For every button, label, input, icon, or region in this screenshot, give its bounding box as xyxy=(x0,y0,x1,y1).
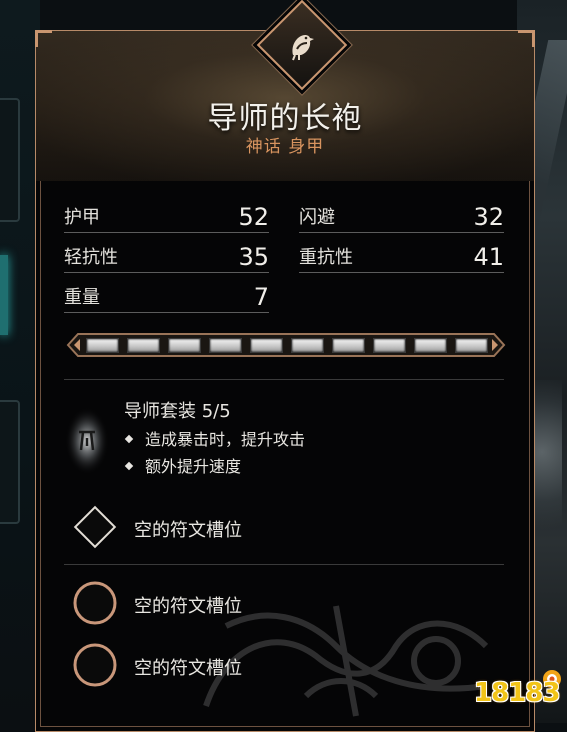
stat-value: 41 xyxy=(473,243,504,271)
frame-corner xyxy=(518,30,535,47)
stat-value: 52 xyxy=(238,203,269,231)
side-highlight xyxy=(0,255,8,335)
upgrade-segment xyxy=(455,338,488,353)
upgrade-segment xyxy=(168,338,201,353)
stat-dodge: 闪避 32 xyxy=(299,203,504,233)
section-divider xyxy=(64,379,504,380)
set-bonus-title: 导师套装 5/5 xyxy=(124,401,231,422)
upgrade-segment xyxy=(127,338,160,353)
rune-slot[interactable]: 空的符文槽位 xyxy=(64,574,504,634)
rune-slot[interactable]: 空的符文槽位 xyxy=(64,498,504,558)
stat-label: 轻抗性 xyxy=(64,247,118,268)
side-slot xyxy=(0,400,20,524)
stat-value: 32 xyxy=(473,203,504,231)
item-slot-type: 身甲 xyxy=(288,137,325,157)
diamond-slot-icon xyxy=(73,505,117,549)
stat-weight: 重量 7 xyxy=(64,283,269,313)
stat-value: 35 xyxy=(238,243,269,271)
set-effect-text: 额外提升速度 xyxy=(145,457,242,476)
set-effect-item: 额外提升速度 xyxy=(124,453,242,477)
set-glyph-icon xyxy=(65,407,109,475)
stat-light-resist: 轻抗性 35 xyxy=(64,243,269,273)
raven-icon xyxy=(292,34,314,61)
upgrade-segment xyxy=(291,338,324,353)
side-slot xyxy=(0,98,20,222)
circle-slot-icon xyxy=(73,581,117,625)
circle-slot-icon xyxy=(73,643,117,687)
upgrade-segment xyxy=(209,338,242,353)
item-name: 导师的长袍 xyxy=(207,101,363,136)
rune-slot[interactable]: 空的符文槽位 xyxy=(64,636,504,696)
rune-slot-label: 空的符文槽位 xyxy=(134,658,242,679)
bullet-diamond-icon xyxy=(124,461,134,470)
stat-label: 护甲 xyxy=(64,207,100,228)
background-left-panel xyxy=(0,0,40,723)
stat-heavy-resist: 重抗性 41 xyxy=(299,243,504,273)
upgrade-segment xyxy=(86,338,119,353)
section-divider xyxy=(64,564,504,565)
stat-label: 重抗性 xyxy=(299,247,353,268)
bullet-diamond-icon xyxy=(124,434,134,443)
item-rarity: 神话 xyxy=(245,137,282,157)
stat-armor: 护甲 52 xyxy=(64,203,269,233)
rune-slot-label: 空的符文槽位 xyxy=(134,520,242,541)
upgrade-segment xyxy=(250,338,283,353)
set-effect-item: 造成暴击时，提升攻击 xyxy=(124,426,306,450)
stat-value: 7 xyxy=(253,283,269,311)
stat-label: 重量 xyxy=(64,287,100,308)
rune-slot-label: 空的符文槽位 xyxy=(134,596,242,617)
upgrade-segment xyxy=(373,338,406,353)
stat-label: 闪避 xyxy=(299,207,335,228)
item-subtitle: 神话 身甲 xyxy=(36,132,534,157)
watermark-text: 18183 xyxy=(474,678,560,708)
upgrade-segment xyxy=(414,338,447,353)
set-effect-text: 造成暴击时，提升攻击 xyxy=(145,430,306,449)
upgrade-level-bar xyxy=(66,331,506,359)
item-detail-card: 导师的长袍 神话 身甲 护甲 52 闪避 32 轻抗性 35 重抗性 41 重量… xyxy=(35,0,535,732)
frame-corner xyxy=(35,30,52,47)
upgrade-segment xyxy=(332,338,365,353)
